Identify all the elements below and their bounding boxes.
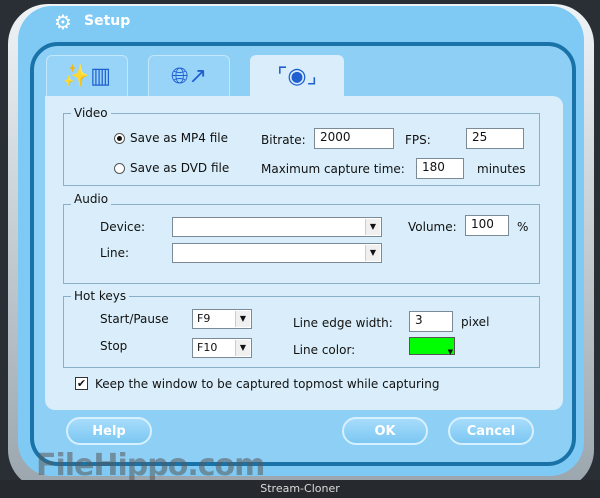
bitrate-input[interactable]: 2000: [314, 128, 394, 149]
tab-capture[interactable]: ⌜◉⌟: [250, 55, 344, 97]
color-label: Line color:: [293, 343, 356, 357]
chevron-down-icon: ▼: [235, 311, 250, 327]
stop-label: Stop: [100, 339, 128, 353]
line-label: Line:: [100, 246, 130, 260]
minutes-label: minutes: [477, 162, 526, 176]
dvd-radio[interactable]: [114, 163, 125, 174]
start-label: Start/Pause: [100, 312, 169, 326]
taskbar-title: Stream-Cloner: [0, 480, 600, 498]
tab-effects[interactable]: ✨▥: [46, 55, 128, 97]
hotkeys-label: Hot keys: [71, 289, 130, 303]
line-color-picker[interactable]: ▼: [409, 337, 455, 356]
max-time-input[interactable]: 180: [416, 158, 464, 179]
mp4-radio[interactable]: [114, 133, 125, 144]
stop-hotkey-select[interactable]: F10 ▼: [192, 338, 252, 358]
device-select[interactable]: ▼: [172, 217, 382, 237]
max-time-label: Maximum capture time:: [261, 162, 405, 176]
volume-input[interactable]: 100: [465, 215, 509, 236]
chevron-down-icon: ▼: [365, 219, 380, 235]
percent-label: %: [517, 220, 529, 234]
edge-input[interactable]: 3: [409, 311, 453, 332]
help-button[interactable]: Help: [66, 417, 152, 445]
magic-wand-files-icon: ✨▥: [62, 63, 112, 89]
line-select[interactable]: ▼: [172, 243, 382, 263]
edge-label: Line edge width:: [293, 316, 393, 330]
cancel-button[interactable]: Cancel: [448, 417, 534, 445]
volume-label: Volume:: [408, 220, 457, 234]
device-label: Device:: [100, 220, 146, 234]
watermark: FileHippo.com: [36, 448, 265, 483]
fps-input[interactable]: 25: [466, 128, 524, 149]
window-title: Setup: [84, 13, 131, 29]
globe-folder-icon: 🌐︎↗: [170, 63, 208, 89]
eye-capture-icon: ⌜◉⌟: [277, 63, 317, 89]
chevron-down-icon: ▼: [235, 340, 250, 356]
topmost-label: Keep the window to be captured topmost w…: [95, 377, 440, 391]
hotkeys-group: [63, 296, 540, 368]
audio-label: Audio: [71, 192, 112, 206]
chevron-down-icon: ▼: [365, 245, 380, 261]
chevron-down-icon: ▼: [447, 348, 453, 356]
pixel-label: pixel: [461, 315, 490, 329]
gear-icon: ⚙: [54, 10, 72, 34]
ok-button[interactable]: OK: [342, 417, 428, 445]
bitrate-label: Bitrate:: [261, 133, 306, 147]
dvd-label: Save as DVD file: [130, 161, 230, 175]
tab-network[interactable]: 🌐︎↗: [148, 55, 230, 97]
video-label: Video: [71, 106, 111, 120]
topmost-checkbox[interactable]: ✔: [75, 377, 88, 390]
fps-label: FPS:: [405, 133, 431, 147]
start-hotkey-select[interactable]: F9 ▼: [192, 309, 252, 329]
mp4-label: Save as MP4 file: [130, 131, 229, 145]
